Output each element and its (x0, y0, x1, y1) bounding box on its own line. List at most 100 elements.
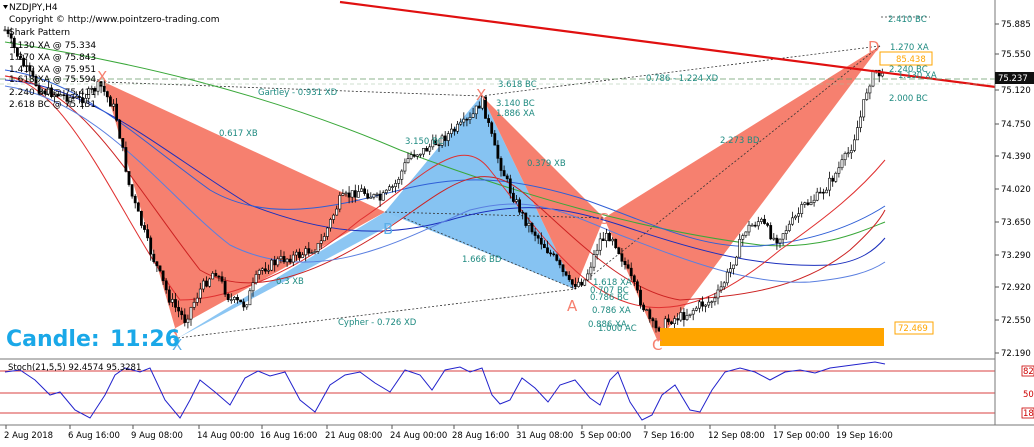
candle-body (837, 167, 841, 174)
candle-body (202, 280, 205, 290)
candle-body (707, 301, 711, 306)
candle-body (490, 122, 494, 134)
candle-body (245, 304, 249, 308)
candle-body (766, 223, 770, 226)
candle-body (397, 179, 401, 184)
candle-body (353, 190, 357, 198)
candle-body (152, 253, 156, 262)
candle-body (115, 103, 119, 121)
candle-body (375, 193, 379, 196)
price-tick-label: 72.920 (1001, 283, 1031, 293)
price-tick-label: 73.290 (1001, 251, 1031, 261)
label-03xb: 0.3 XB (276, 277, 304, 287)
candle-body (109, 96, 112, 107)
candle-body (812, 199, 816, 203)
candle-body (143, 225, 146, 230)
candle-body (806, 202, 810, 205)
candle-body (310, 252, 314, 254)
candle-body (220, 276, 224, 282)
candle-body (325, 227, 329, 237)
candle-body (521, 211, 525, 214)
time-tick-label: 24 Aug 00:00 (390, 431, 447, 441)
candle-body (642, 304, 646, 311)
prz-box[interactable] (660, 328, 884, 346)
label-1224xd: 0.786 - 1.224 XD (646, 74, 719, 84)
candle-body (694, 307, 698, 311)
candle-body (608, 232, 611, 242)
candle-body (688, 313, 692, 316)
candle-body (121, 138, 125, 148)
candle-body (102, 85, 106, 92)
candle-body (298, 251, 301, 258)
candle-body (809, 202, 813, 205)
label-a0786xa: 0.786 XA (592, 306, 631, 316)
candle-body (846, 152, 850, 155)
time-tick-label: 2 Aug 2018 (4, 431, 53, 441)
candle-body (756, 221, 760, 227)
time-tick-label: 7 Sep 16:00 (643, 431, 694, 441)
candle-body (344, 192, 348, 195)
candle-body (133, 195, 137, 204)
stoch-panel: Stoch(21,5,5) 92.4574 95.3281 (0, 361, 995, 421)
label-a0786bc: 0.786 BC (590, 293, 629, 303)
candle-body (118, 119, 122, 139)
candle-body (171, 299, 174, 303)
time-tick-label: 31 Aug 08:00 (516, 431, 573, 441)
label-cypher: Cypher - 0.726 XD (338, 318, 417, 328)
candle-body (242, 301, 246, 308)
candle-body (654, 320, 658, 329)
label-1886xa: 1.886 XA (496, 109, 535, 119)
candle-body (558, 260, 562, 266)
time-tick-label: 12 Sep 08:00 (708, 431, 765, 441)
candle-body (865, 92, 869, 100)
price-chart[interactable]: X B X A C C D X Gartley - 0.931 XD 0.617… (0, 0, 1034, 447)
candle-body (301, 254, 305, 258)
candle-body (515, 199, 518, 202)
candle-body (546, 247, 549, 254)
price-tick-label: 75.550 (1001, 50, 1031, 60)
candle-body (468, 117, 472, 120)
candle-body (316, 243, 320, 252)
candle-body (852, 139, 856, 151)
candle-body (741, 235, 745, 240)
candle-body (195, 297, 199, 303)
candle-body (769, 225, 773, 240)
price-tick-label: 72.190 (1001, 349, 1031, 359)
candle-body (502, 170, 506, 177)
candle-body (781, 233, 785, 240)
candle-body (580, 281, 584, 286)
candle-body (570, 279, 574, 285)
candle-body (666, 318, 670, 323)
label-2273bd: 2.273 BD (720, 136, 760, 146)
level-1: 1.130 XA @ 75.334 (9, 41, 96, 51)
candle-body (747, 224, 751, 233)
point-a-2: A (567, 297, 578, 315)
candle-body (620, 253, 624, 262)
candle-body (211, 273, 215, 280)
candle-body (443, 135, 447, 141)
candle-body (794, 215, 797, 219)
candle-body (589, 266, 593, 275)
candle-body (567, 274, 571, 280)
label-3150bc: 3.150 BC (405, 137, 444, 147)
candle-body (623, 260, 627, 266)
candle-body (3, 29, 7, 32)
candle-body (363, 188, 367, 194)
candle-body (697, 301, 701, 309)
candle-body (273, 259, 277, 266)
candle-body (233, 297, 236, 300)
label-a1000: 1.000 AC (598, 324, 637, 334)
candle-body (533, 231, 537, 236)
candle-body (790, 217, 794, 225)
candle-body (719, 286, 723, 291)
candle-body (701, 301, 704, 307)
candle-body (183, 314, 187, 323)
symbol-title: NZDJPY,H4 (9, 3, 58, 13)
candle-body (676, 318, 680, 321)
candle-body (657, 327, 661, 332)
candle-body (155, 261, 159, 267)
candle-body (601, 238, 605, 241)
candle-body (670, 321, 673, 325)
candle-body (177, 307, 181, 312)
candle-body (146, 229, 150, 239)
